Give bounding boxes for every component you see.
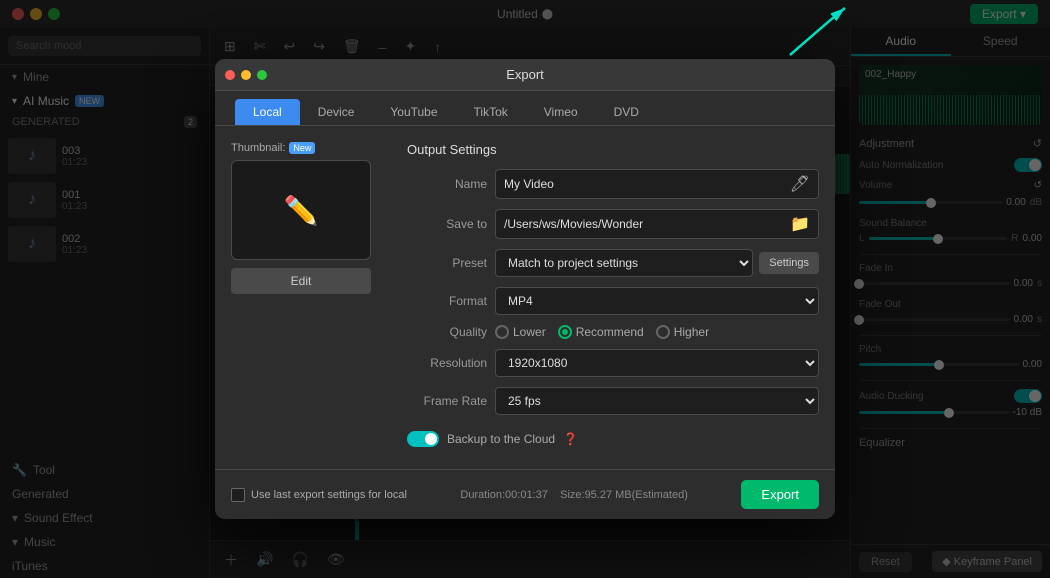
output-title: Output Settings [407,142,819,157]
framerate-label: Frame Rate [407,394,487,408]
format-select[interactable]: MP4 [495,287,819,315]
cloud-backup-row: Backup to the Cloud ❓ [407,425,819,453]
quality-recommend[interactable]: Recommend [558,325,644,339]
export-modal-button[interactable]: Export [741,480,819,509]
higher-label: Higher [674,325,709,339]
save-to-label: Save to [407,217,487,231]
preset-label: Preset [407,256,487,270]
radio-lower[interactable] [495,325,509,339]
tab-youtube[interactable]: YouTube [372,99,455,125]
tab-device[interactable]: Device [300,99,373,125]
folder-icon[interactable]: 📁 [790,214,810,234]
framerate-row: Frame Rate 25 fps [407,387,819,415]
modal-controls [225,70,267,80]
radio-recommend[interactable] [558,325,572,339]
modal-titlebar: Export [215,59,835,91]
last-settings-label: Use last export settings for local [251,489,407,501]
cloud-label: Backup to the Cloud [447,432,555,446]
name-input[interactable] [504,177,786,191]
recommend-label: Recommend [576,325,644,339]
format-label: Format [407,294,487,308]
name-input-container: 🖊 [495,169,819,199]
thumbnail-label: Thumbnail: New [231,142,391,154]
quality-label: Quality [407,325,487,339]
last-settings-row: Use last export settings for local [231,488,407,502]
tab-dvd[interactable]: DVD [596,99,657,125]
thumbnail-new-badge: New [289,142,315,154]
modal-close-btn[interactable] [225,70,235,80]
settings-button[interactable]: Settings [759,252,819,274]
save-to-row: Save to 📁 [407,209,819,239]
modal-body: Thumbnail: New ✏️ Edit Output Settings N… [215,126,835,469]
save-to-container: 📁 [495,209,819,239]
preset-select[interactable]: Match to project settings [495,249,753,277]
resolution-row: Resolution 1920x1080 [407,349,819,377]
modal-title: Export [506,67,544,82]
size-text: Size:95.27 MB(Estimated) [560,489,688,501]
arrow-annotation [780,0,860,65]
tab-vimeo[interactable]: Vimeo [526,99,596,125]
resolution-select[interactable]: 1920x1080 [495,349,819,377]
radio-higher[interactable] [656,325,670,339]
export-modal: Export Local Device YouTube TikTok Vimeo… [215,59,835,519]
modal-minimize-btn[interactable] [241,70,251,80]
duration-text: Duration:00:01:37 [460,489,547,501]
duration-size-info: Duration:00:01:37 Size:95.27 MB(Estimate… [460,489,687,501]
last-settings-checkbox[interactable] [231,488,245,502]
edit-pencil-icon: ✏️ [284,194,319,227]
quality-lower[interactable]: Lower [495,325,546,339]
cloud-toggle[interactable] [407,431,439,447]
modal-maximize-btn[interactable] [257,70,267,80]
name-edit-icon[interactable]: 🖊 [790,174,810,194]
resolution-label: Resolution [407,356,487,370]
output-settings-section: Output Settings Name 🖊 Save to 📁 [407,142,819,453]
cloud-help-icon[interactable]: ❓ [563,432,578,446]
preset-container: Match to project settings Settings [495,249,819,277]
quality-radio-group: Lower Recommend Higher [495,325,709,339]
name-row: Name 🖊 [407,169,819,199]
save-to-input[interactable] [504,217,786,231]
modal-footer: Use last export settings for local Durat… [215,469,835,519]
name-label: Name [407,177,487,191]
format-row: Format MP4 [407,287,819,315]
preset-row: Preset Match to project settings Setting… [407,249,819,277]
modal-tabs: Local Device YouTube TikTok Vimeo DVD [215,91,835,126]
lower-label: Lower [513,325,546,339]
thumbnail-text: Thumbnail: [231,142,285,154]
framerate-select[interactable]: 25 fps [495,387,819,415]
tab-tiktok[interactable]: TikTok [456,99,526,125]
thumbnail-edit-button[interactable]: Edit [231,268,371,294]
quality-higher[interactable]: Higher [656,325,709,339]
thumbnail-section: Thumbnail: New ✏️ Edit [231,142,391,453]
quality-row: Quality Lower Recommend Higher [407,325,819,339]
modal-overlay: Export Local Device YouTube TikTok Vimeo… [0,0,1050,578]
tab-local[interactable]: Local [235,99,300,125]
thumbnail-preview: ✏️ [231,160,371,260]
